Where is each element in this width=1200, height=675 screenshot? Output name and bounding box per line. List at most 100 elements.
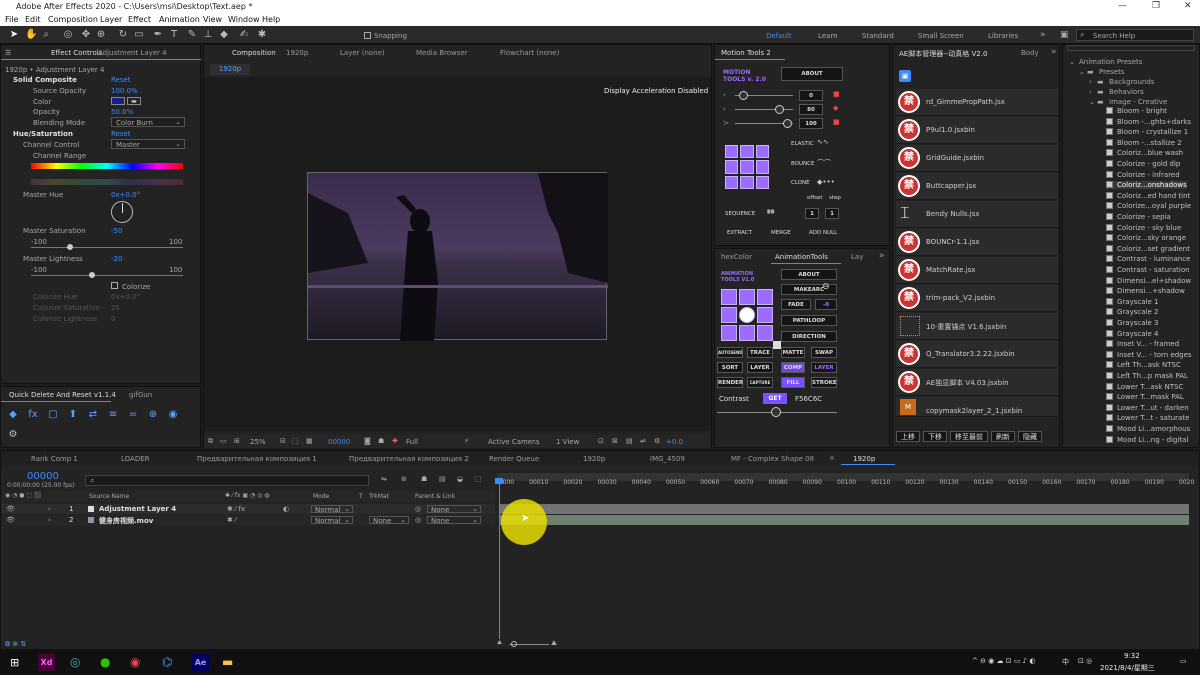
wechat-icon[interactable]: ● [100, 655, 110, 669]
preset-item[interactable]: Bloom - crystallize 1 [1106, 128, 1188, 136]
shy-icon[interactable]: ☗ [421, 475, 427, 483]
folder-image-creative[interactable]: Image - Creative [1109, 98, 1167, 106]
source-opacity-value[interactable]: 100.0% [111, 87, 138, 95]
solid-composite-name[interactable]: Solid Composite [13, 76, 77, 84]
autosend-button[interactable]: AUTOSEND [717, 347, 743, 358]
script-row[interactable]: ⌶ Bendy Nulls.jsx [896, 201, 1058, 228]
anchor-tr[interactable] [755, 145, 769, 159]
roto-tool-icon[interactable]: ✍ [238, 29, 250, 41]
timeline-search-field[interactable]: ⌕ [85, 475, 369, 486]
tab-body[interactable]: Body [1021, 49, 1039, 57]
tab-motion-tools[interactable]: Motion Tools 2 [721, 49, 771, 57]
twirl-icon[interactable]: › [48, 516, 51, 524]
refresh-button[interactable]: 刷新 [991, 431, 1015, 442]
snapshot-icon[interactable]: ◙ [364, 437, 371, 445]
slider-1-value[interactable]: 0 [799, 90, 823, 101]
fade-value[interactable]: -8 [815, 299, 837, 310]
merge-button[interactable]: MERGE [771, 230, 791, 236]
presets-search-field[interactable] [1067, 45, 1195, 51]
preset-item[interactable]: Left Th...p mask PAL [1106, 372, 1188, 380]
explorer-icon[interactable]: ▬ [222, 655, 233, 669]
eye-icon[interactable]: 👁 [6, 505, 15, 513]
layer-parent-select[interactable]: None ⌄ [427, 505, 481, 514]
comp-timecode[interactable]: 00000 [328, 438, 350, 446]
search-help-field[interactable]: ⌕ Search Help [1076, 29, 1194, 41]
preset-item[interactable]: Dimensi...el+shadow [1106, 276, 1191, 285]
timeline-timecode[interactable]: 00000 [27, 471, 59, 482]
tree-expand-icon[interactable]: ⌄ [1089, 98, 1095, 106]
vscode-icon[interactable]: ⌬ [162, 655, 172, 669]
tree-expand-icon[interactable]: ⌄ [1079, 68, 1085, 76]
clone-tool-icon[interactable]: ⊥ [202, 29, 214, 41]
pen-tool-icon[interactable]: ✒ [152, 29, 164, 41]
slider-1-thumb[interactable] [739, 91, 748, 100]
minimize-button[interactable]: — [1118, 1, 1127, 11]
timeline-tab-active[interactable]: 1920p [853, 455, 875, 463]
tab-composition[interactable]: Composition [232, 49, 276, 57]
menu-layer[interactable]: Layer [100, 15, 122, 24]
at-anchor-tc[interactable] [739, 289, 755, 305]
layer-switches-icon[interactable]: ✱ ⁄ [227, 516, 236, 524]
slider-3-value[interactable]: 100 [799, 118, 823, 129]
anchor-tl[interactable] [725, 145, 739, 159]
anchor-ml[interactable] [725, 160, 739, 174]
step-value[interactable]: 1 [825, 208, 839, 219]
zoom-thumb[interactable] [511, 641, 517, 647]
zoom-tool-icon[interactable]: ⌕ [40, 29, 52, 41]
search-app-icon[interactable]: ◎ [70, 655, 80, 669]
fast-preview-icon[interactable]: ⚡ [464, 437, 469, 445]
presets-folder-label[interactable]: Presets [1099, 68, 1124, 76]
folder-behaviors[interactable]: Behaviors [1109, 88, 1144, 96]
tab-layer[interactable]: Layer (none) [340, 49, 385, 57]
preset-item[interactable]: Colorize - sepia [1106, 213, 1171, 221]
tab-gifgun[interactable]: gifGun [129, 391, 152, 399]
resolution-value[interactable]: Full [406, 438, 418, 446]
script-row[interactable]: 禁 rd_GimmePropPath.jsx [896, 89, 1058, 116]
preset-item[interactable]: Coloriz...blue wash [1106, 149, 1183, 157]
tab-flowchart[interactable]: Flowchart (none) [500, 49, 559, 57]
workspace-small-screen[interactable]: Small Screen [918, 32, 964, 40]
fade-button[interactable]: FADE [781, 299, 811, 310]
delete-expressions-icon[interactable]: ⬆ [67, 409, 79, 421]
sequence-button[interactable]: SEQUENCE [725, 211, 755, 217]
extract-button[interactable]: EXTRACT [727, 230, 752, 236]
colorize-checkbox[interactable] [111, 282, 118, 289]
more-tabs-icon[interactable]: » [879, 251, 885, 261]
preset-item[interactable]: Lower T...ask NTSC [1106, 382, 1183, 391]
tab-hexcolor[interactable]: hexColor [721, 253, 752, 261]
comp-button[interactable]: COMP [781, 362, 805, 373]
workspace-libraries[interactable]: Libraries [988, 32, 1018, 40]
script-row[interactable]: 10-重置锚点 V1.6.jsxbin [896, 313, 1058, 340]
channel-icon[interactable]: ✚ [392, 437, 398, 445]
timeline-tab[interactable]: Rank Comp 1 [31, 455, 78, 463]
menu-animation[interactable]: Animation [159, 15, 200, 24]
preset-item[interactable]: Colorize...oyal purple [1106, 202, 1191, 210]
master-saturation-value[interactable]: -50 [111, 227, 122, 235]
preset-item[interactable]: Inset V... - framed [1106, 340, 1179, 348]
preset-item[interactable]: Lower T...ut - darken [1106, 403, 1189, 412]
at-anchor-grid[interactable] [721, 289, 773, 341]
menu-file[interactable]: File [5, 15, 18, 24]
pathloop-button[interactable]: PATHLOOP [781, 315, 837, 326]
stroke-button[interactable]: STROKE [811, 377, 837, 388]
exposure-value[interactable]: +0.0 [666, 438, 683, 446]
timeline-tab[interactable]: 1920p [583, 455, 605, 463]
time-ruler[interactable]: 00000 00010 00020 00030 00040 00050 00060 00070… [495, 479, 1194, 489]
preset-item[interactable]: Lower T...t - saturate [1106, 414, 1189, 422]
layer-mode-select[interactable]: Normal ⌄ [311, 505, 353, 514]
tab-script-manager[interactable]: AE脚本管理器--动真格 V2.0 [899, 49, 987, 59]
workspace-more-icon[interactable]: » [1040, 30, 1046, 40]
script-row[interactable]: 禁 Buttcapper.jsx [896, 173, 1058, 200]
layer-mode-select[interactable]: Normal ⌄ [311, 516, 353, 525]
at-anchor-br[interactable] [757, 325, 773, 341]
script-row[interactable]: 禁 AE独显脚本 V4.03.jsxbin [896, 369, 1058, 396]
color-swatch[interactable] [111, 97, 125, 105]
elastic-button[interactable]: ELASTIC [791, 141, 814, 147]
hide-button[interactable]: 隐藏 [1018, 431, 1042, 442]
layer-parent-select[interactable]: None ⌄ [427, 516, 481, 525]
anchor-c[interactable] [740, 160, 754, 174]
reset-position-icon[interactable]: ≡ [107, 409, 119, 421]
bounce-button[interactable]: BOUNCE [791, 161, 814, 167]
layer-name[interactable]: 健身房视频.mov [99, 516, 153, 526]
layer-bar-adjustment[interactable] [499, 504, 1189, 514]
